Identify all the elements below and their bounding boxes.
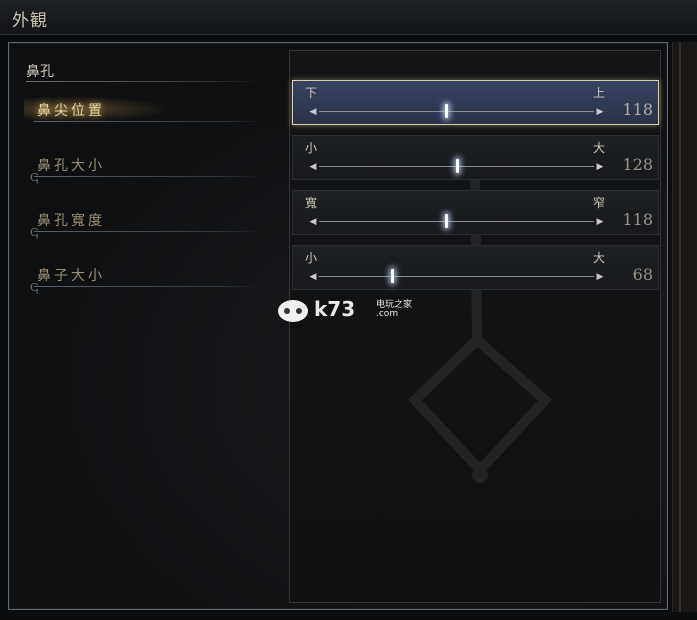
- watermark-text: k73: [314, 297, 356, 321]
- slider-min-label: 寬: [305, 196, 318, 210]
- slider-max-label: 大: [593, 141, 606, 155]
- slider-min-label: 小: [305, 251, 318, 265]
- slider-min-label: 下: [305, 86, 318, 100]
- track-right-cap-icon: ▶: [596, 107, 604, 117]
- flourish-icon: ↅ: [30, 226, 39, 239]
- track-bar: [319, 276, 594, 277]
- slider-nostril-size[interactable]: 小 大 ◀ ▶ 128: [292, 135, 659, 180]
- slider-track[interactable]: ◀ ▶: [305, 159, 608, 173]
- slider-value: 128: [622, 155, 653, 174]
- watermark-logo: k73 电玩之家 .com: [276, 295, 436, 329]
- title-bar: 外観: [0, 0, 697, 35]
- menu-item-nose-tip-position[interactable]: 鼻尖位置: [20, 94, 280, 134]
- slider-nose-size[interactable]: 小 大 ◀ ▶ 68: [292, 245, 659, 290]
- option-list: 鼻孔 鼻尖位置 鼻孔大小 ↅ 鼻孔寬度 ↅ 鼻子大小 ↅ: [20, 54, 285, 314]
- slider-value: 68: [632, 265, 653, 284]
- flourish-icon: ↅ: [30, 171, 39, 184]
- section-heading: 鼻孔: [26, 64, 54, 80]
- slider-track[interactable]: ◀ ▶: [305, 104, 608, 118]
- track-bar: [319, 221, 594, 222]
- track-left-cap-icon: ◀: [309, 107, 317, 117]
- menu-item-nostril-size[interactable]: 鼻孔大小 ↅ: [20, 149, 280, 189]
- slider-knob[interactable]: [391, 269, 395, 283]
- slider-value: 118: [622, 100, 653, 119]
- track-right-cap-icon: ▶: [596, 272, 604, 282]
- track-right-cap-icon: ▶: [596, 162, 604, 172]
- side-strip: [672, 42, 697, 612]
- item-underline: [34, 176, 264, 177]
- slider-knob[interactable]: [445, 104, 449, 118]
- track-left-cap-icon: ◀: [309, 162, 317, 172]
- slider-max-label: 窄: [593, 196, 606, 210]
- flourish-icon: ↅ: [30, 281, 39, 294]
- slider-max-label: 大: [593, 251, 606, 265]
- slider-min-label: 小: [305, 141, 318, 155]
- track-left-cap-icon: ◀: [309, 272, 317, 282]
- track-left-cap-icon: ◀: [309, 217, 317, 227]
- slider-nostril-width[interactable]: 寬 窄 ◀ ▶ 118: [292, 190, 659, 235]
- item-underline: [34, 286, 264, 287]
- watermark-domain: .com: [376, 309, 399, 319]
- track-bar: [319, 111, 594, 112]
- gamepad-icon: [278, 300, 308, 322]
- track-right-cap-icon: ▶: [596, 217, 604, 227]
- slider-value: 118: [622, 210, 653, 229]
- slider-track[interactable]: ◀ ▶: [305, 269, 608, 283]
- menu-item-label: 鼻尖位置: [37, 103, 105, 119]
- menu-item-nostril-width[interactable]: 鼻孔寬度 ↅ: [20, 204, 280, 244]
- slider-knob[interactable]: [445, 214, 449, 228]
- slider-knob[interactable]: [456, 159, 460, 173]
- item-underline: [34, 231, 264, 232]
- slider-nose-tip-position[interactable]: 下 上 ◀ ▶ 118: [292, 80, 659, 125]
- window-title: 外観: [12, 11, 48, 31]
- slider-max-label: 上: [593, 86, 606, 100]
- section-divider: [26, 81, 266, 82]
- slider-track[interactable]: ◀ ▶: [305, 214, 608, 228]
- menu-item-nose-size[interactable]: 鼻子大小 ↅ: [20, 259, 280, 299]
- item-underline: [34, 121, 264, 122]
